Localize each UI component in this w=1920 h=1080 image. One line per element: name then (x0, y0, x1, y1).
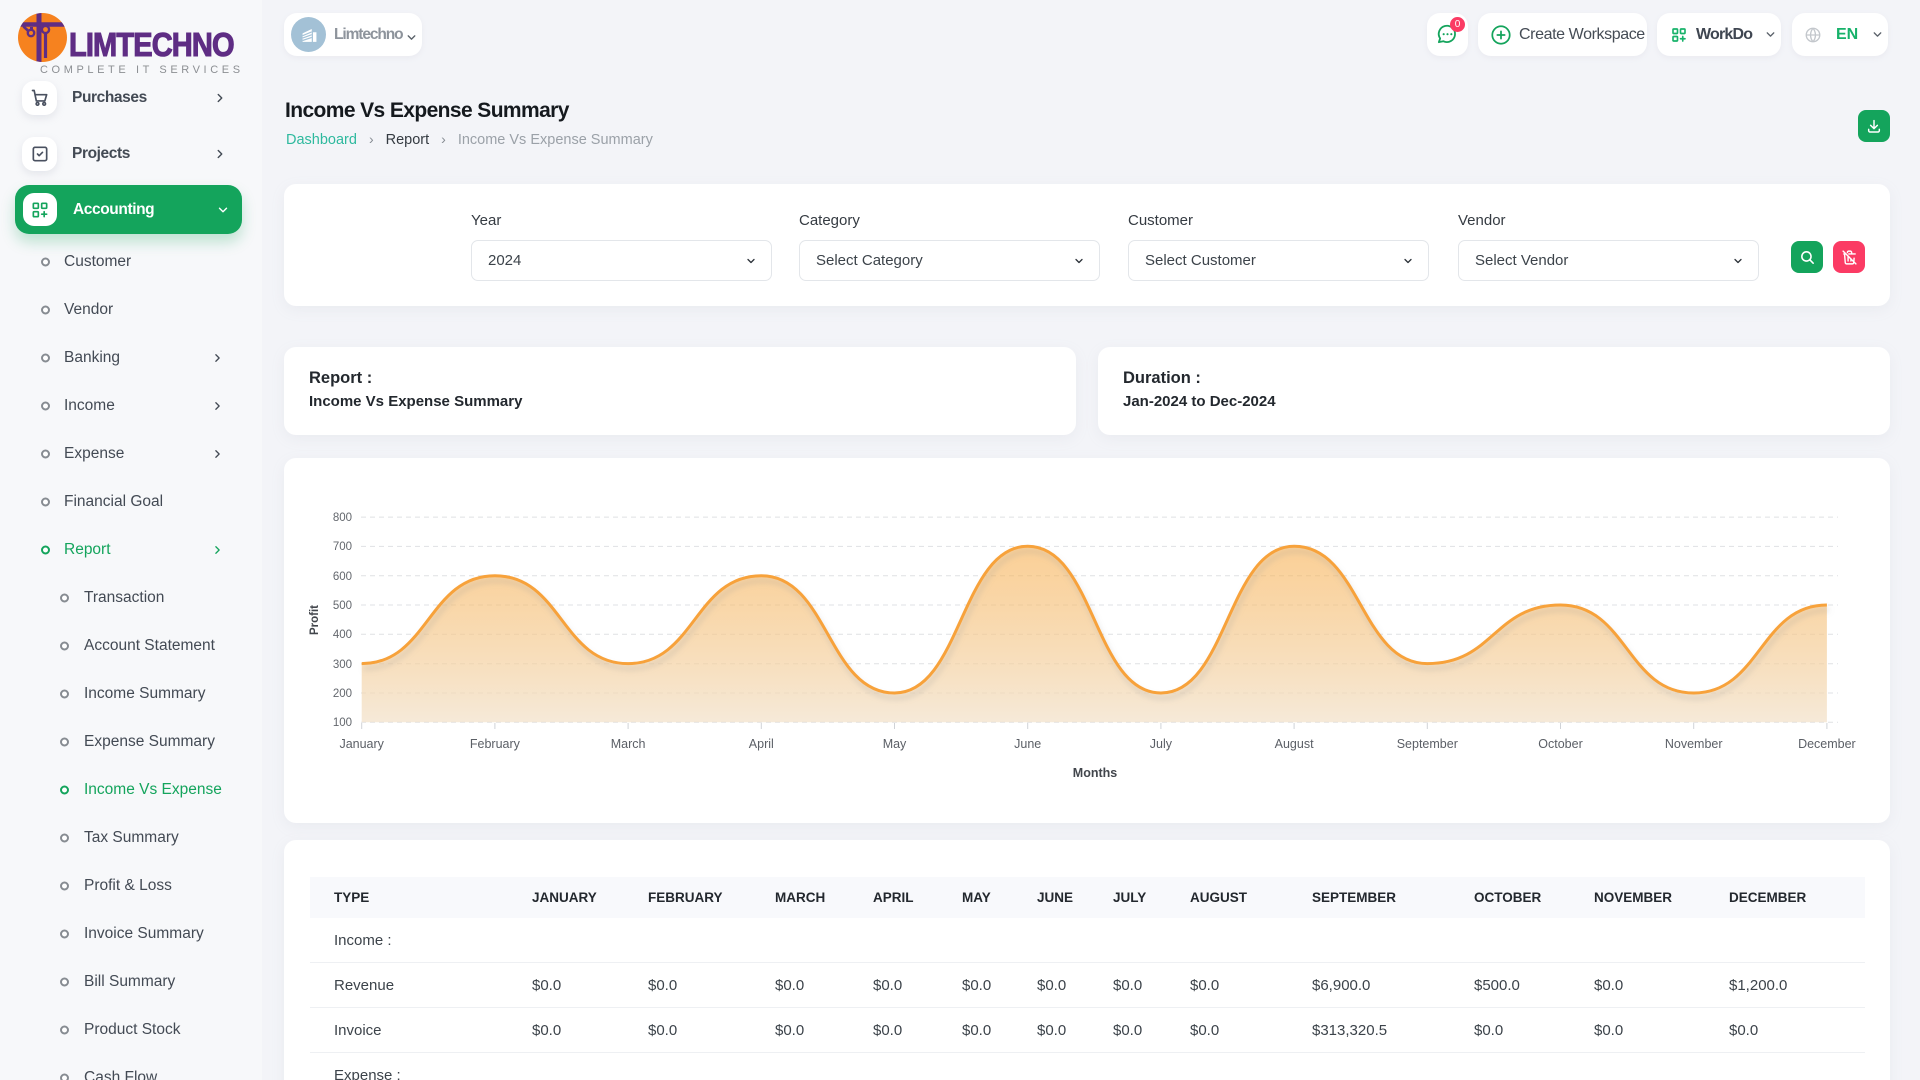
svg-text:Months: Months (1073, 766, 1117, 780)
svg-text:October: October (1538, 737, 1582, 751)
svg-text:March: March (611, 737, 646, 751)
svg-text:August: August (1275, 737, 1314, 751)
svg-text:April: April (749, 737, 774, 751)
svg-text:800: 800 (333, 512, 352, 524)
svg-text:September: September (1397, 737, 1458, 751)
svg-text:700: 700 (333, 541, 352, 553)
svg-text:February: February (470, 737, 521, 751)
svg-text:300: 300 (333, 659, 352, 671)
svg-text:100: 100 (333, 717, 352, 729)
svg-text:Profit: Profit (309, 605, 321, 635)
svg-text:December: December (1798, 737, 1856, 751)
svg-text:July: July (1150, 737, 1173, 751)
svg-text:500: 500 (333, 600, 352, 612)
svg-text:200: 200 (333, 688, 352, 700)
svg-text:November: November (1665, 737, 1723, 751)
svg-text:June: June (1014, 737, 1041, 751)
svg-text:600: 600 (333, 571, 352, 583)
svg-text:May: May (883, 737, 907, 751)
svg-text:January: January (339, 737, 384, 751)
svg-text:400: 400 (333, 629, 352, 641)
